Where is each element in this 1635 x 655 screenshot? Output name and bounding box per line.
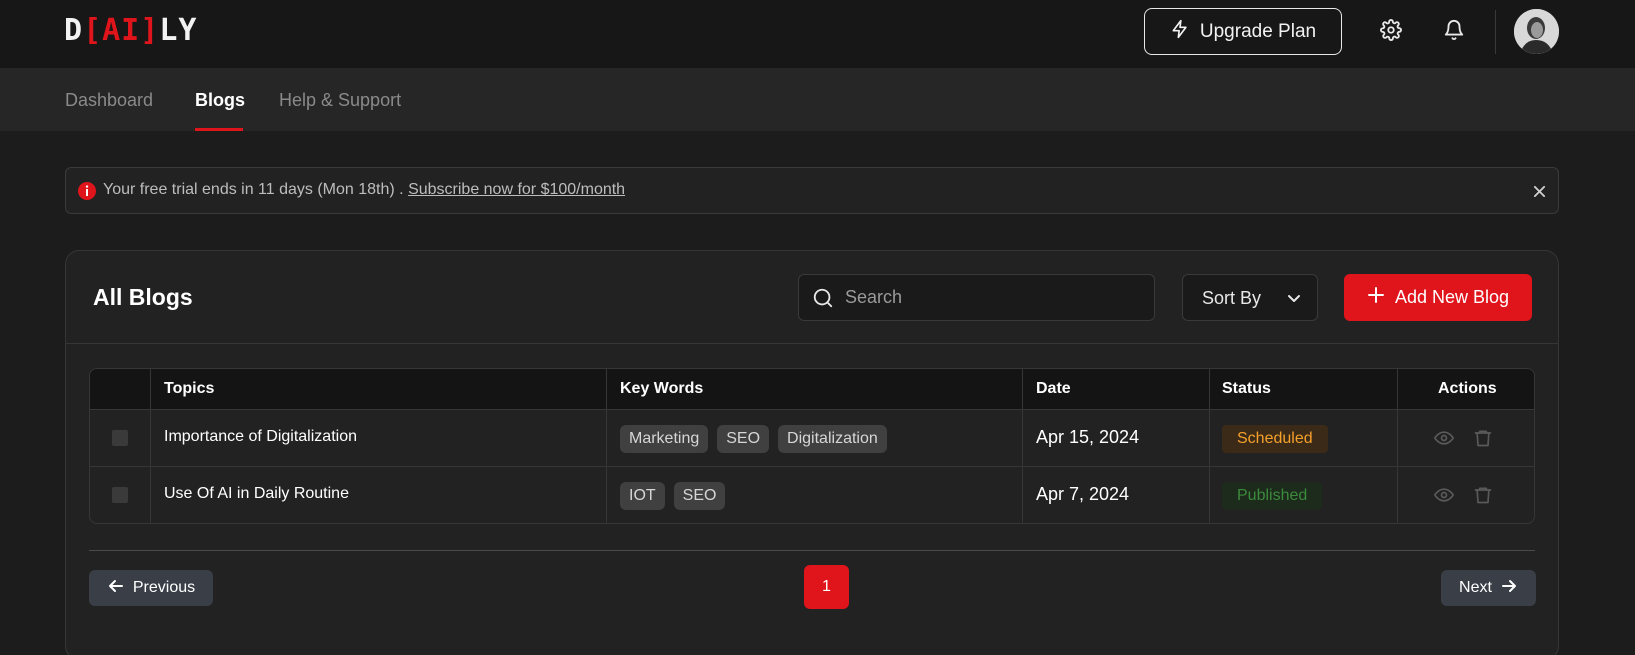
keyword-tag: SEO	[717, 425, 770, 453]
tab-dashboard[interactable]: Dashboard	[65, 90, 153, 111]
row-date: Apr 7, 2024	[1036, 484, 1130, 504]
arrow-left-icon	[107, 577, 125, 600]
trial-alert: Your free trial ends in 11 days (Mon 18t…	[65, 167, 1559, 214]
sort-by-label: Sort By	[1202, 288, 1262, 308]
plus-icon	[1367, 286, 1385, 309]
logo-suffix: LY	[159, 13, 198, 48]
tab-help-support[interactable]: Help & Support	[279, 90, 401, 111]
column-header-keywords: Key Words	[620, 380, 704, 397]
alert-message: Your free trial ends in 11 days (Mon 18t…	[103, 181, 404, 198]
eye-icon[interactable]	[1433, 484, 1455, 506]
status-badge: Scheduled	[1222, 425, 1328, 453]
upgrade-plan-button[interactable]: Upgrade Plan	[1144, 8, 1342, 55]
avatar[interactable]	[1514, 9, 1559, 54]
logo-bracket-close: ]	[140, 13, 160, 48]
trash-icon[interactable]	[1472, 427, 1494, 449]
logo[interactable]: D[AI]LY	[64, 13, 197, 48]
settings-button[interactable]	[1375, 16, 1407, 48]
trash-icon[interactable]	[1472, 484, 1494, 506]
next-label: Next	[1459, 579, 1492, 596]
info-icon	[77, 181, 97, 201]
add-new-blog-label: Add New Blog	[1394, 287, 1510, 307]
chevron-down-icon	[1286, 290, 1302, 306]
add-new-blog-button[interactable]: Add New Blog	[1344, 274, 1532, 321]
eye-icon[interactable]	[1433, 427, 1455, 449]
logo-prefix: D	[64, 13, 84, 48]
logo-ai: AI	[102, 13, 141, 48]
logo-bracket-open: [	[83, 13, 103, 48]
subscribe-link[interactable]: Subscribe now for $100/month	[408, 181, 625, 198]
column-header-topics: Topics	[164, 380, 215, 397]
keyword-tag: Marketing	[620, 425, 709, 453]
table-header: Topics Key Words Date Status Actions	[90, 369, 1534, 409]
tab-blogs[interactable]: Blogs	[195, 90, 245, 111]
blogs-card: All Blogs Sort By Add New Blog Topics Ke…	[65, 250, 1559, 655]
row-keywords: Marketing SEO Digitalization	[620, 425, 887, 453]
top-bar: D[AI]LY Upgrade Plan	[0, 0, 1635, 68]
close-icon[interactable]	[1530, 182, 1548, 200]
keyword-tag: SEO	[673, 482, 726, 510]
column-header-actions: Actions	[1438, 380, 1497, 397]
row-checkbox[interactable]	[112, 430, 128, 446]
table-row: Importance of Digitalization Marketing S…	[90, 409, 1534, 466]
next-button[interactable]: Next	[1441, 570, 1536, 606]
row-keywords: IOT SEO	[620, 482, 726, 510]
sort-by-dropdown[interactable]: Sort By	[1182, 274, 1318, 321]
status-badge: Published	[1222, 482, 1323, 510]
pagination-divider	[89, 550, 1535, 551]
card-divider	[66, 343, 1558, 344]
row-checkbox[interactable]	[112, 487, 128, 503]
upgrade-plan-label: Upgrade Plan	[1199, 20, 1317, 42]
keyword-tag: Digitalization	[778, 425, 887, 453]
arrow-right-icon	[1500, 577, 1518, 600]
search-box	[798, 274, 1155, 321]
row-date: Apr 15, 2024	[1036, 427, 1140, 447]
gear-icon	[1380, 18, 1402, 46]
search-icon	[812, 287, 836, 311]
row-topic: Importance of Digitalization	[164, 428, 357, 445]
column-header-date: Date	[1036, 380, 1071, 397]
row-topic: Use Of AI in Daily Routine	[164, 485, 349, 502]
lightning-icon	[1170, 18, 1190, 46]
keyword-tag: IOT	[620, 482, 665, 510]
active-tab-indicator	[195, 128, 243, 131]
column-header-status: Status	[1222, 380, 1271, 397]
nav-bar: Dashboard Blogs Help & Support	[0, 68, 1635, 131]
previous-button[interactable]: Previous	[89, 570, 213, 606]
page-number-current[interactable]: 1	[804, 565, 849, 609]
search-input[interactable]	[845, 275, 1145, 320]
notifications-button[interactable]	[1438, 16, 1470, 48]
blogs-table: Topics Key Words Date Status Actions Imp…	[89, 368, 1535, 524]
previous-label: Previous	[132, 579, 196, 596]
bell-icon	[1443, 19, 1465, 46]
header-divider	[1495, 10, 1496, 54]
table-row: Use Of AI in Daily Routine IOT SEO Apr 7…	[90, 466, 1534, 523]
page-title: All Blogs	[93, 284, 193, 310]
alert-text-wrapper: Your free trial ends in 11 days (Mon 18t…	[103, 181, 625, 199]
